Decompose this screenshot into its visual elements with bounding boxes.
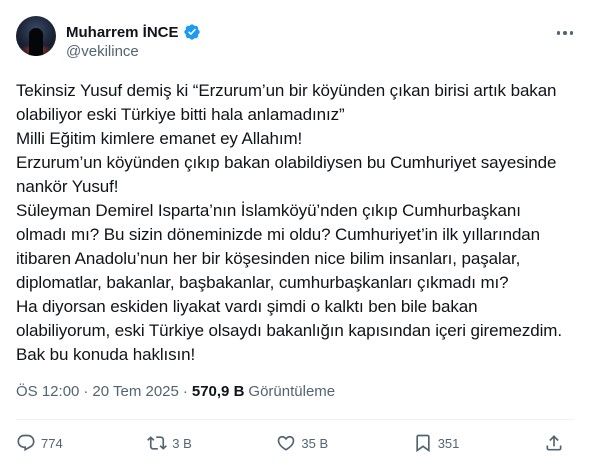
- more-dot: [563, 31, 567, 35]
- like-count: 35 B: [301, 435, 329, 451]
- bookmark-count: 351: [437, 435, 460, 451]
- more-dot: [569, 31, 574, 35]
- share-icon: [546, 435, 562, 451]
- tweet-meta: ÖS 12:00 · 20 Tem 2025 · 570,9 B Görüntü…: [16, 383, 335, 400]
- avatar-figure: [29, 28, 43, 56]
- tweet-date[interactable]: 20 Tem 2025: [92, 383, 178, 400]
- reply-icon: [17, 434, 35, 452]
- reply-button[interactable]: 774: [16, 433, 63, 453]
- bookmark-icon: [416, 434, 430, 453]
- author-display-name[interactable]: Muharrem İNCE: [66, 24, 179, 41]
- author-name-row: Muharrem İNCE: [66, 23, 201, 41]
- like-button[interactable]: 35 B: [276, 433, 328, 453]
- avatar[interactable]: [16, 16, 56, 56]
- tweet-line: Erzurum’un köyünden çıkıp bakan olabildi…: [16, 153, 557, 172]
- tweet-line: Ha diyorsan eskiden liyakat vardı şimdi …: [16, 297, 478, 316]
- tweet-line: Tekinsiz Yusuf demiş ki “Erzurum’un bir …: [16, 81, 557, 100]
- tweet-line: nankör Yusuf!: [16, 177, 119, 196]
- share-button[interactable]: [544, 433, 574, 453]
- more-dot: [556, 31, 561, 35]
- reply-count: 774: [41, 435, 63, 451]
- divider: [16, 419, 574, 420]
- views-label: Görüntüleme: [248, 383, 336, 400]
- bookmark-button[interactable]: 351: [413, 433, 460, 453]
- heart-icon: [278, 435, 295, 451]
- tweet-line: Milli Eğitim kimlere emanet ey Allahım!: [16, 129, 303, 148]
- meta-separator: ·: [83, 383, 89, 400]
- author-handle[interactable]: @vekilince: [66, 43, 139, 60]
- tweet-line: olabiliyorum, eski Türkiye olsaydı bakan…: [16, 321, 562, 340]
- verified-badge-icon[interactable]: [183, 23, 201, 41]
- tweet-line: itibaren Anadolu’nun her bir köşesinden …: [16, 249, 521, 268]
- tweet-text: Tekinsiz Yusuf demiş ki “Erzurum’un bir …: [16, 79, 581, 367]
- tweet-time[interactable]: ÖS 12:00: [16, 383, 79, 400]
- repost-count: 3 B: [172, 435, 192, 451]
- repost-icon: [147, 436, 168, 450]
- repost-button[interactable]: 3 B: [147, 433, 192, 453]
- views-count: 570,9 B: [191, 383, 245, 400]
- more-options-icon[interactable]: [554, 24, 576, 42]
- tweet-line: diplomatlar, bakanlar, başbakanlar, cumh…: [16, 273, 509, 292]
- action-bar: 774 3 B 35 B 351: [16, 428, 574, 458]
- tweet-line: olmadı mı? Bu sizin döneminizde mi oldu?…: [16, 225, 541, 244]
- tweet-line: olabiliyor eski Türkiye bitti hala anlam…: [16, 105, 345, 124]
- meta-separator: ·: [182, 383, 188, 400]
- tweet-line: Bak bu konuda haklısın!: [16, 345, 196, 364]
- tweet-line: Süleyman Demirel Isparta’nın İslamköyü’n…: [16, 201, 521, 220]
